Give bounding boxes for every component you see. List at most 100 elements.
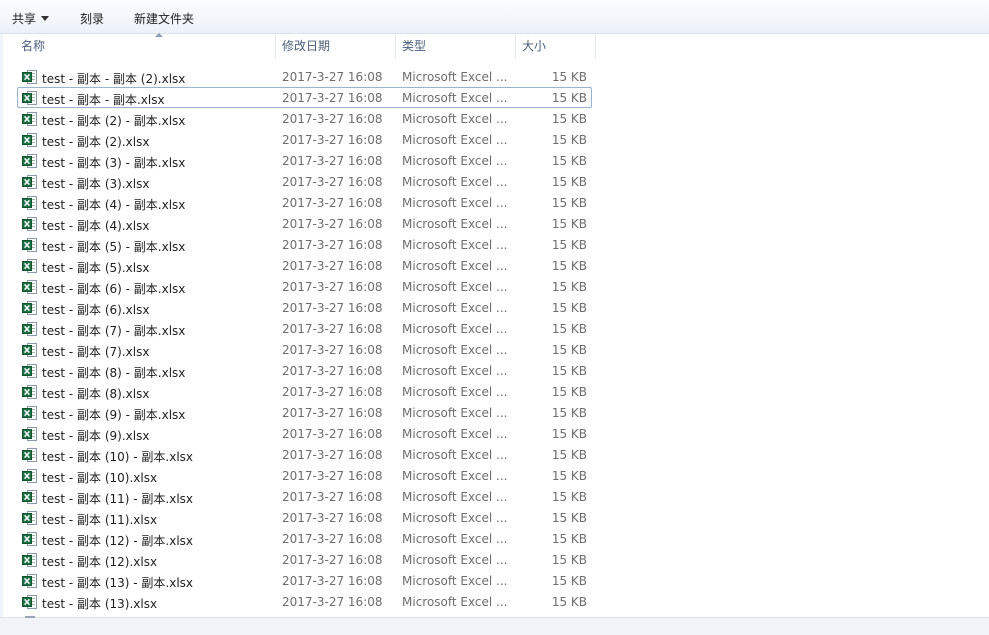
excel-file-icon	[22, 363, 38, 379]
file-row[interactable]: test - 副本 (7) - 副本.xlsx 2017-3-27 16:08 Mi…	[17, 318, 592, 339]
file-size: 15 KB	[551, 238, 587, 252]
navigation-pane-edge	[0, 34, 3, 618]
burn-button[interactable]: 刻录	[80, 10, 104, 27]
excel-file-icon	[22, 342, 38, 358]
file-date-modified: 2017-3-27 16:08	[282, 427, 383, 441]
file-row[interactable]: test - 副本 (11) - 副本.xlsx 2017-3-27 16:08 M…	[17, 486, 592, 507]
excel-file-icon	[22, 279, 38, 295]
excel-file-icon	[22, 321, 38, 337]
file-row[interactable]: test - 副本 (3) - 副本.xlsx 2017-3-27 16:08 Mi…	[17, 150, 592, 171]
file-type: Microsoft Excel ...	[402, 259, 508, 273]
file-name: test - 副本 (13).xlsx	[42, 597, 158, 611]
file-size: 15 KB	[551, 595, 587, 609]
file-date-modified: 2017-3-27 16:08	[282, 301, 383, 315]
file-type: Microsoft Excel ...	[402, 217, 508, 231]
file-type: Microsoft Excel ...	[402, 91, 508, 105]
share-button[interactable]: 共享	[12, 10, 50, 27]
column-header-size[interactable]: 大小	[516, 35, 596, 59]
file-name: test - 副本 (11).xlsx	[42, 513, 158, 527]
column-header-name[interactable]: 名称	[15, 33, 276, 59]
column-header-date-label: 修改日期	[282, 39, 331, 53]
file-size: 15 KB	[551, 490, 587, 504]
file-size: 15 KB	[551, 469, 587, 483]
file-row[interactable]: test - 副本 (9) - 副本.xlsx 2017-3-27 16:08 Mi…	[17, 402, 592, 423]
file-row[interactable]: test - 副本 (12) - 副本.xlsx 2017-3-27 16:08 M…	[17, 528, 592, 549]
file-row[interactable]: test - 副本 (5).xlsx 2017-3-27 16:08 Microso…	[17, 255, 592, 276]
file-row[interactable]: test - 副本 (11).xlsx 2017-3-27 16:08 Micros…	[17, 507, 592, 528]
excel-file-icon	[22, 531, 38, 547]
excel-file-icon	[22, 132, 38, 148]
file-name: test - 副本 (2) - 副本.xlsx	[42, 114, 186, 128]
file-row[interactable]: test - 副本 (5) - 副本.xlsx 2017-3-27 16:08 Mi…	[17, 234, 592, 255]
file-type: Microsoft Excel ...	[402, 112, 508, 126]
file-name: test - 副本 (11) - 副本.xlsx	[42, 492, 194, 506]
file-row[interactable]: test - 副本 (8) - 副本.xlsx 2017-3-27 16:08 Mi…	[17, 360, 592, 381]
file-row[interactable]: test - 副本 (2) - 副本.xlsx 2017-3-27 16:08 Mi…	[17, 108, 592, 129]
file-size: 15 KB	[551, 259, 587, 273]
file-date-modified: 2017-3-27 16:08	[282, 490, 383, 504]
new-folder-button[interactable]: 新建文件夹	[134, 10, 194, 27]
file-name: test - 副本 (10).xlsx	[42, 471, 158, 485]
file-type: Microsoft Excel ...	[402, 238, 508, 252]
file-name: test - 副本 - 副本 (2).xlsx	[42, 72, 186, 86]
file-row[interactable]: test - 副本 (4).xlsx 2017-3-27 16:08 Microso…	[17, 213, 592, 234]
file-row[interactable]: test - 副本 (4) - 副本.xlsx 2017-3-27 16:08 Mi…	[17, 192, 592, 213]
file-name: test - 副本 (2).xlsx	[42, 135, 150, 149]
file-name: test - 副本 - 副本.xlsx	[42, 93, 165, 107]
file-size: 15 KB	[551, 553, 587, 567]
file-row[interactable]: test - 副本 - 副本.xlsx 2017-3-27 16:08 Micros…	[17, 87, 592, 108]
excel-file-icon	[22, 174, 38, 190]
file-date-modified: 2017-3-27 16:08	[282, 364, 383, 378]
file-row[interactable]: test - 副本 (8).xlsx 2017-3-27 16:08 Microso…	[17, 381, 592, 402]
file-type: Microsoft Excel ...	[402, 490, 508, 504]
file-date-modified: 2017-3-27 16:08	[282, 511, 383, 525]
file-date-modified: 2017-3-27 16:08	[282, 259, 383, 273]
file-type: Microsoft Excel ...	[402, 406, 508, 420]
file-row[interactable]: test - 副本 (10) - 副本.xlsx 2017-3-27 16:08 M…	[17, 444, 592, 465]
file-size: 15 KB	[551, 511, 587, 525]
file-size: 15 KB	[551, 280, 587, 294]
file-row[interactable]: test - 副本 (13).xlsx 2017-3-27 16:08 Micros…	[17, 591, 592, 612]
file-row[interactable]: test - 副本 - 副本 (2).xlsx 2017-3-27 16:08 Mi…	[17, 66, 592, 87]
file-row[interactable]: test - 副本 (13) - 副本.xlsx 2017-3-27 16:08 M…	[17, 570, 592, 591]
column-header: 名称 修改日期 类型 大小	[15, 33, 596, 59]
file-row[interactable]: test - 副本 (7).xlsx 2017-3-27 16:08 Microso…	[17, 339, 592, 360]
file-row[interactable]: test - 副本 (6).xlsx 2017-3-27 16:08 Microso…	[17, 297, 592, 318]
file-name: test - 副本 (4) - 副本.xlsx	[42, 198, 186, 212]
excel-file-icon	[22, 447, 38, 463]
file-date-modified: 2017-3-27 16:08	[282, 448, 383, 462]
file-row[interactable]: test - 副本 (9).xlsx 2017-3-27 16:08 Microso…	[17, 423, 592, 444]
file-type: Microsoft Excel ...	[402, 280, 508, 294]
share-label: 共享	[12, 12, 37, 26]
file-row[interactable]: test - 副本 (10).xlsx 2017-3-27 16:08 Micros…	[17, 465, 592, 486]
excel-file-icon	[22, 111, 38, 127]
file-type: Microsoft Excel ...	[402, 532, 508, 546]
column-header-type[interactable]: 类型	[396, 35, 516, 59]
file-row[interactable]: test - 副本 (2).xlsx 2017-3-27 16:08 Microso…	[17, 129, 592, 150]
file-size: 15 KB	[551, 448, 587, 462]
file-row[interactable]: test - 副本 (3).xlsx 2017-3-27 16:08 Microso…	[17, 171, 592, 192]
file-row[interactable]: test - 副本 (6) - 副本.xlsx 2017-3-27 16:08 Mi…	[17, 276, 592, 297]
file-date-modified: 2017-3-27 16:08	[282, 133, 383, 147]
file-row[interactable]: test - 副本 (12).xlsx 2017-3-27 16:08 Micros…	[17, 549, 592, 570]
file-size: 15 KB	[551, 322, 587, 336]
column-header-date[interactable]: 修改日期	[276, 35, 396, 59]
excel-file-icon	[22, 237, 38, 253]
excel-file-icon	[22, 573, 38, 589]
excel-file-icon	[22, 90, 38, 106]
file-date-modified: 2017-3-27 16:08	[282, 91, 383, 105]
excel-file-icon	[22, 552, 38, 568]
file-size: 15 KB	[551, 385, 587, 399]
file-size: 15 KB	[551, 154, 587, 168]
excel-file-icon	[22, 426, 38, 442]
file-name: test - 副本 (3).xlsx	[42, 177, 150, 191]
file-size: 15 KB	[551, 532, 587, 546]
excel-file-icon	[22, 195, 38, 211]
burn-label: 刻录	[80, 12, 105, 26]
file-size: 15 KB	[551, 574, 587, 588]
file-date-modified: 2017-3-27 16:08	[282, 322, 383, 336]
file-size: 15 KB	[551, 133, 587, 147]
file-size: 15 KB	[551, 406, 587, 420]
excel-file-icon	[22, 594, 38, 610]
file-date-modified: 2017-3-27 16:08	[282, 406, 383, 420]
